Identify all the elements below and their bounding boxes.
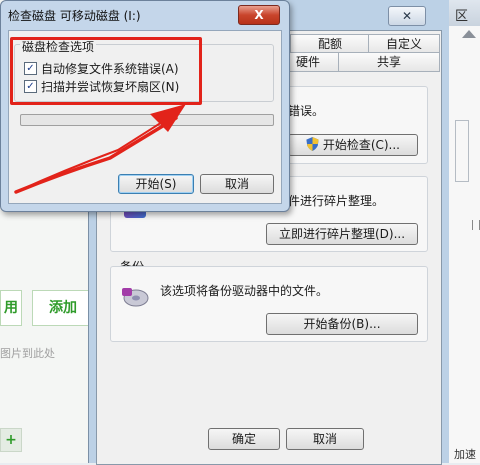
annotation-arrow (14, 104, 186, 194)
arrow-head-icon (150, 104, 186, 132)
